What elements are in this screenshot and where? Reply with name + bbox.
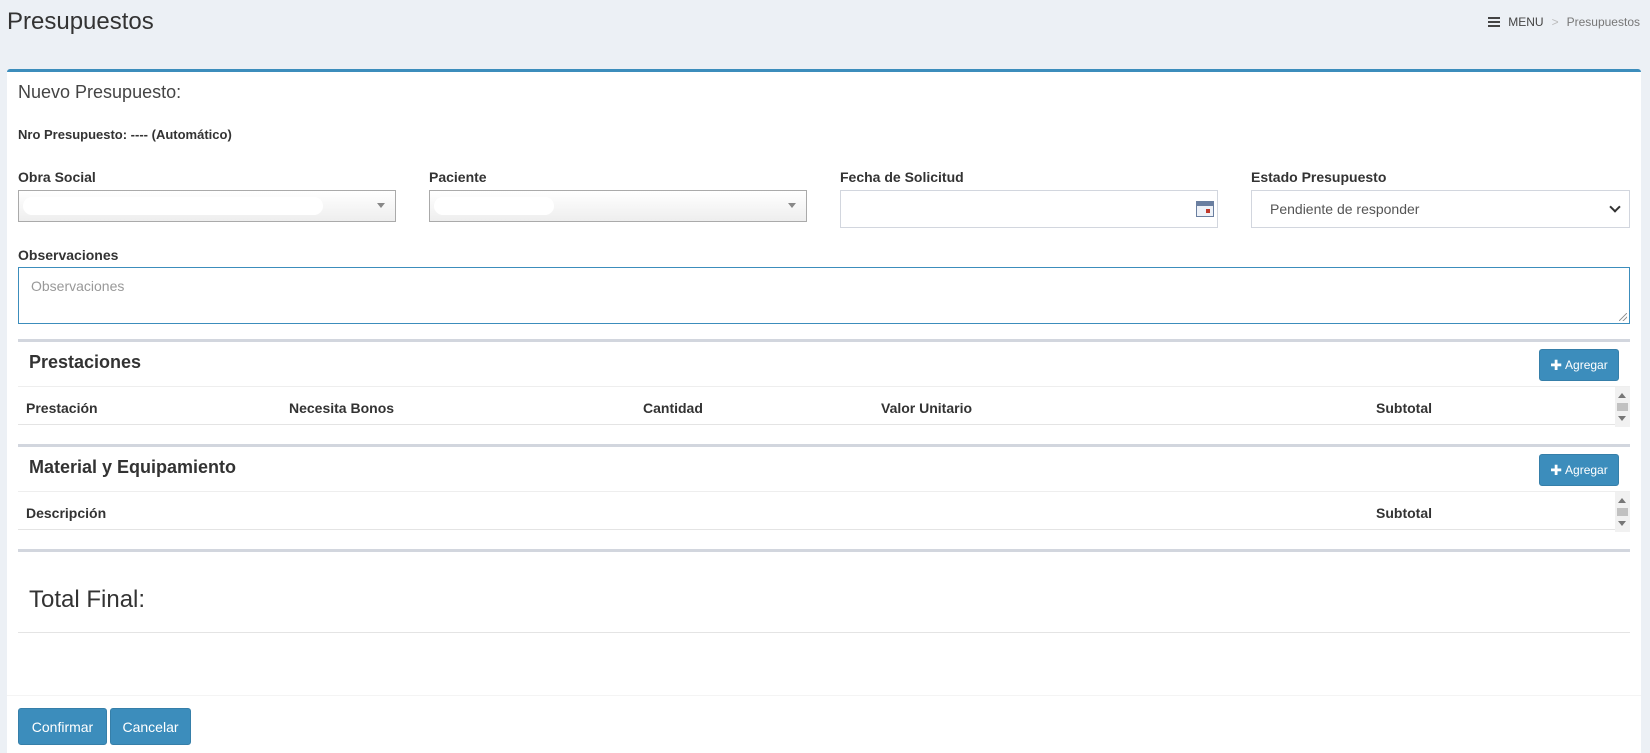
column-header: Subtotal <box>1376 505 1432 521</box>
scroll-down-icon[interactable] <box>1618 416 1626 421</box>
add-material-label: Agregar <box>1565 463 1608 477</box>
confirm-button[interactable]: Confirmar <box>18 708 107 745</box>
estado-presupuesto-label: Estado Presupuesto <box>1251 169 1387 185</box>
scroll-up-icon[interactable] <box>1618 498 1626 503</box>
chevron-down-icon <box>788 203 796 208</box>
nro-presupuesto: Nro Presupuesto: ---- (Automático) <box>18 127 232 142</box>
plus-icon: ✚ <box>1550 462 1563 478</box>
material-panel: Material y Equipamiento ✚ Agregar Descri… <box>18 444 1630 532</box>
breadcrumb-separator: > <box>1551 15 1559 29</box>
page-title: Presupuestos <box>7 8 154 35</box>
prestaciones-scrollbar[interactable] <box>1615 387 1630 427</box>
paciente-select[interactable] <box>429 190 807 222</box>
total-panel: Total Final: <box>18 549 1630 633</box>
material-table-header: Descripción Subtotal <box>18 491 1630 532</box>
column-header: Prestación <box>26 400 98 416</box>
paciente-label: Paciente <box>429 169 487 185</box>
cancel-button[interactable]: Cancelar <box>110 708 191 745</box>
fecha-solicitud-input[interactable] <box>840 190 1218 228</box>
plus-icon: ✚ <box>1550 357 1563 373</box>
total-final-label: Total Final: <box>29 586 146 613</box>
breadcrumb-current: Presupuestos <box>1566 15 1640 29</box>
scroll-up-icon[interactable] <box>1618 393 1626 398</box>
presupuesto-form-box: Nuevo Presupuesto: Nro Presupuesto: ----… <box>7 69 1641 753</box>
bars-icon[interactable] <box>1488 17 1501 27</box>
obra-social-value <box>23 197 323 215</box>
observaciones-textarea[interactable]: Observaciones <box>18 267 1630 324</box>
column-header: Necesita Bonos <box>289 400 395 416</box>
material-scrollbar[interactable] <box>1615 492 1630 532</box>
column-header: Valor Unitario <box>881 400 973 416</box>
form-footer: Confirmar Cancelar <box>7 695 1641 753</box>
obra-social-label: Obra Social <box>18 169 96 185</box>
estado-presupuesto-value: Pendiente de responder <box>1270 201 1420 217</box>
obra-social-select[interactable] <box>18 190 396 222</box>
material-title: Material y Equipamiento <box>29 457 237 477</box>
breadcrumb: MENU > Presupuestos <box>1488 15 1640 29</box>
estado-presupuesto-select[interactable]: Pendiente de responder <box>1251 190 1630 228</box>
calendar-icon[interactable] <box>1196 201 1214 217</box>
breadcrumb-menu-link[interactable]: MENU <box>1508 15 1543 29</box>
observaciones-placeholder: Observaciones <box>31 278 125 294</box>
prestaciones-table-header: Prestación Necesita Bonos Cantidad Valor… <box>18 386 1630 427</box>
chevron-down-icon <box>1609 201 1621 213</box>
page-header: Presupuestos MENU > Presupuestos <box>0 0 1650 60</box>
prestaciones-panel: Prestaciones ✚ Agregar Prestación Necesi… <box>18 339 1630 427</box>
fecha-solicitud-label: Fecha de Solicitud <box>840 169 964 185</box>
prestaciones-title: Prestaciones <box>29 352 142 372</box>
observaciones-label: Observaciones <box>18 247 119 263</box>
add-prestacion-label: Agregar <box>1565 358 1608 372</box>
add-prestacion-button[interactable]: ✚ Agregar <box>1539 349 1619 381</box>
scroll-thumb[interactable] <box>1617 403 1628 411</box>
paciente-value <box>434 197 554 215</box>
column-header: Descripción <box>26 505 107 521</box>
column-header: Cantidad <box>643 400 703 416</box>
scroll-thumb[interactable] <box>1617 508 1628 516</box>
scroll-down-icon[interactable] <box>1618 521 1626 526</box>
resize-handle-icon[interactable] <box>1619 313 1627 321</box>
box-title: Nuevo Presupuesto: <box>18 82 182 102</box>
column-header: Subtotal <box>1376 400 1432 416</box>
chevron-down-icon <box>377 203 385 208</box>
add-material-button[interactable]: ✚ Agregar <box>1539 454 1619 486</box>
